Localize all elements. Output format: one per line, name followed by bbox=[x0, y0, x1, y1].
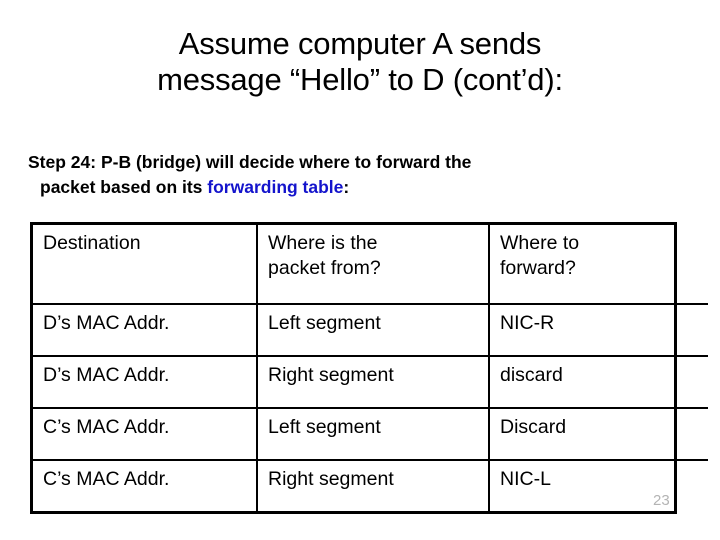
cell-where-from: Left segment bbox=[257, 408, 490, 461]
column-header-destination: Destination bbox=[33, 225, 258, 305]
table-row: D’s MAC Addr. Left segment NIC-R bbox=[33, 304, 708, 357]
cell-destination: C’s MAC Addr. bbox=[33, 460, 258, 511]
cell-destination: D’s MAC Addr. bbox=[33, 304, 258, 357]
step-description-line-2-suffix: : bbox=[343, 177, 350, 197]
cell-where-from: Right segment bbox=[257, 460, 490, 511]
table-row: C’s MAC Addr. Left segment Discard bbox=[33, 408, 708, 461]
column-header-where-from: Where is the packet from? bbox=[257, 225, 490, 305]
page-title-line-1: Assume computer A sends bbox=[178, 26, 542, 61]
step-description-line-1: Step 24: P-B (bridge) will decide where … bbox=[28, 152, 472, 172]
cell-where-to: NIC-R bbox=[489, 304, 708, 357]
cell-destination: C’s MAC Addr. bbox=[33, 408, 258, 461]
step-description-line-2-prefix: packet based on its bbox=[40, 177, 208, 197]
table-header-row: Destination Where is the packet from? Wh… bbox=[33, 225, 708, 305]
page-number: 23 bbox=[653, 492, 670, 509]
cell-destination: D’s MAC Addr. bbox=[33, 356, 258, 409]
table-row: D’s MAC Addr. Right segment discard bbox=[33, 356, 708, 409]
cell-where-from: Left segment bbox=[257, 304, 490, 357]
column-header-where-to: Where to forward? bbox=[489, 225, 708, 305]
forwarding-table-highlight: forwarding table bbox=[207, 177, 344, 197]
page-title: Assume computer A sends message “Hello” … bbox=[0, 26, 720, 98]
page-title-line-2: message “Hello” to D (cont’d): bbox=[157, 62, 563, 97]
column-header-where-to-line-2: forward? bbox=[500, 257, 576, 279]
cell-where-to: NIC-L bbox=[500, 468, 551, 490]
step-description-line-2: packet based on its forwarding table: bbox=[28, 175, 692, 200]
step-description: Step 24: P-B (bridge) will decide where … bbox=[28, 150, 692, 200]
table-row: C’s MAC Addr. Right segment NIC-L bbox=[33, 460, 708, 511]
column-header-where-from-line-2: packet from? bbox=[268, 257, 381, 279]
cell-where-to: discard bbox=[489, 356, 708, 409]
forwarding-table: Destination Where is the packet from? Wh… bbox=[30, 222, 708, 514]
cell-where-from: Right segment bbox=[257, 356, 490, 409]
cell-where-to: Discard bbox=[489, 408, 708, 461]
column-header-where-to-line-1: Where to bbox=[500, 232, 580, 254]
column-header-where-from-line-1: Where is the bbox=[268, 232, 378, 254]
